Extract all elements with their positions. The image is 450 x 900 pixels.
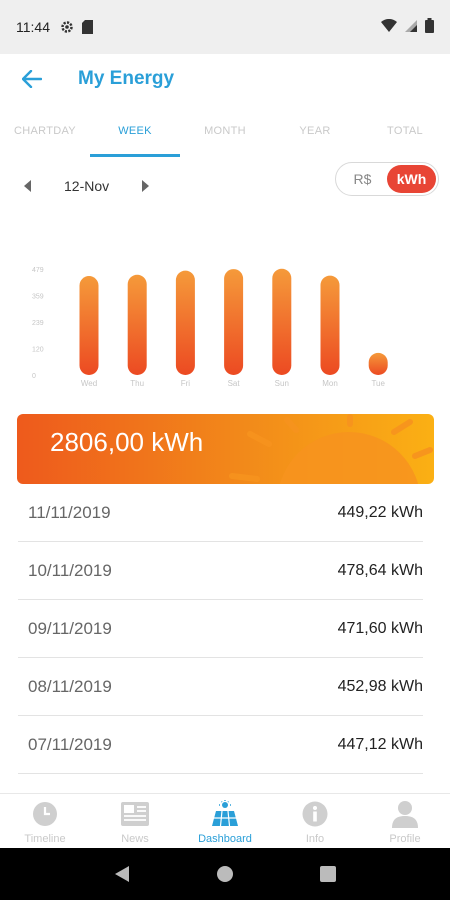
history-date: 09/11/2019 — [28, 618, 112, 638]
sim-card-icon — [82, 20, 93, 34]
list-item[interactable]: 10/11/2019 478,64 kWh — [18, 542, 423, 600]
nav-label: News — [121, 833, 149, 845]
weekly-energy-chart: 479 359 239 120 0 Wed Thu Fri Sat Sun Mon Tue — [32, 267, 388, 388]
x-tick-label: Wed — [81, 379, 97, 388]
unit-option-currency[interactable]: R$ — [338, 165, 387, 193]
bottom-navigation: Timeline News Dashboard Info Profile — [0, 793, 450, 848]
nav-label: Timeline — [24, 833, 66, 845]
chart-bar[interactable] — [127, 274, 147, 375]
x-tick-label: Thu — [130, 379, 144, 388]
caret-right-icon — [142, 180, 150, 192]
list-item[interactable]: 07/11/2019 447,12 kWh — [18, 716, 423, 774]
nav-info[interactable]: Info — [270, 794, 360, 848]
history-date: 10/11/2019 — [28, 560, 112, 580]
nav-label: Info — [305, 833, 325, 845]
newspaper-icon — [121, 799, 149, 829]
system-navigation-bar — [0, 848, 450, 900]
chart-bar[interactable] — [320, 275, 340, 375]
app-header: My Energy — [0, 54, 450, 104]
circle-home-icon — [216, 866, 233, 882]
page-title: My Energy — [78, 68, 175, 89]
daily-history-list: 11/11/2019 449,22 kWh 10/11/2019 478,64 … — [18, 484, 423, 774]
nav-profile[interactable]: Profile — [360, 794, 450, 848]
list-item[interactable]: 08/11/2019 452,98 kWh — [18, 658, 423, 716]
history-value: 452,98 kWh — [337, 677, 423, 695]
solar-panel-icon — [211, 799, 239, 829]
clock-icon — [32, 799, 58, 829]
list-item[interactable]: 11/11/2019 449,22 kWh — [18, 484, 423, 542]
x-tick-label: Tue — [371, 379, 385, 388]
history-value: 449,22 kWh — [337, 503, 423, 521]
system-home-button[interactable] — [205, 854, 245, 894]
y-tick-label: 120 — [32, 347, 44, 354]
total-energy-banner: 2806,00 kWh — [17, 414, 434, 484]
info-icon — [302, 799, 328, 829]
unit-toggle: R$ kWh — [335, 162, 439, 196]
history-value: 478,64 kWh — [337, 561, 423, 579]
tab-month[interactable]: MONTH — [180, 112, 270, 157]
caret-left-icon — [24, 180, 31, 192]
tab-total[interactable]: TOTAL — [360, 112, 450, 157]
chart-bar[interactable] — [368, 352, 388, 375]
x-tick-label: Sat — [228, 379, 241, 388]
nav-label: Dashboard — [198, 833, 252, 845]
system-back-button[interactable] — [102, 854, 142, 894]
y-tick-label: 479 — [32, 267, 44, 274]
period-tabs: CHARTDAY WEEK MONTH YEAR TOTAL — [0, 112, 450, 157]
nav-news[interactable]: News — [90, 794, 180, 848]
status-bar: 11:44 — [0, 0, 450, 54]
history-date: 08/11/2019 — [28, 676, 112, 696]
tab-week[interactable]: WEEK — [90, 112, 180, 157]
triangle-back-icon — [114, 866, 129, 882]
previous-period-button[interactable] — [18, 176, 38, 196]
current-date-label: 12-Nov — [64, 178, 110, 194]
y-tick-label: 0 — [32, 373, 36, 380]
battery-icon — [425, 18, 434, 36]
x-tick-label: Fri — [181, 379, 191, 388]
x-tick-label: Sun — [275, 379, 289, 388]
y-tick-label: 359 — [32, 294, 44, 301]
signal-icon — [405, 19, 417, 35]
back-button[interactable] — [14, 61, 50, 97]
user-icon — [392, 799, 418, 829]
chart-bar[interactable] — [175, 270, 195, 375]
nav-label: Profile — [389, 833, 421, 845]
tab-year[interactable]: YEAR — [270, 112, 360, 157]
tab-chartday[interactable]: CHARTDAY — [0, 112, 90, 157]
nav-timeline[interactable]: Timeline — [0, 794, 90, 848]
nav-dashboard[interactable]: Dashboard — [180, 794, 270, 848]
list-item[interactable]: 09/11/2019 471,60 kWh — [18, 600, 423, 658]
wifi-icon — [381, 18, 397, 35]
total-energy-value: 2806,00 kWh — [50, 427, 204, 457]
date-navigator: 12-Nov — [18, 170, 155, 202]
unit-option-kwh[interactable]: kWh — [387, 165, 436, 193]
system-recents-button[interactable] — [308, 854, 348, 894]
x-tick-label: Mon — [322, 379, 338, 388]
history-value: 447,12 kWh — [337, 735, 423, 753]
y-tick-label: 239 — [32, 320, 44, 327]
next-period-button[interactable] — [135, 176, 155, 196]
settings-gear-icon — [60, 20, 74, 34]
history-date: 07/11/2019 — [28, 734, 112, 754]
history-value: 471,60 kWh — [337, 619, 423, 637]
square-recents-icon — [320, 866, 337, 882]
arrow-left-icon — [22, 70, 42, 88]
chart-bar[interactable] — [272, 268, 292, 375]
chart-bar[interactable] — [224, 269, 244, 375]
history-date: 11/11/2019 — [28, 502, 111, 522]
status-time: 11:44 — [16, 19, 50, 35]
chart-bar[interactable] — [79, 276, 99, 375]
